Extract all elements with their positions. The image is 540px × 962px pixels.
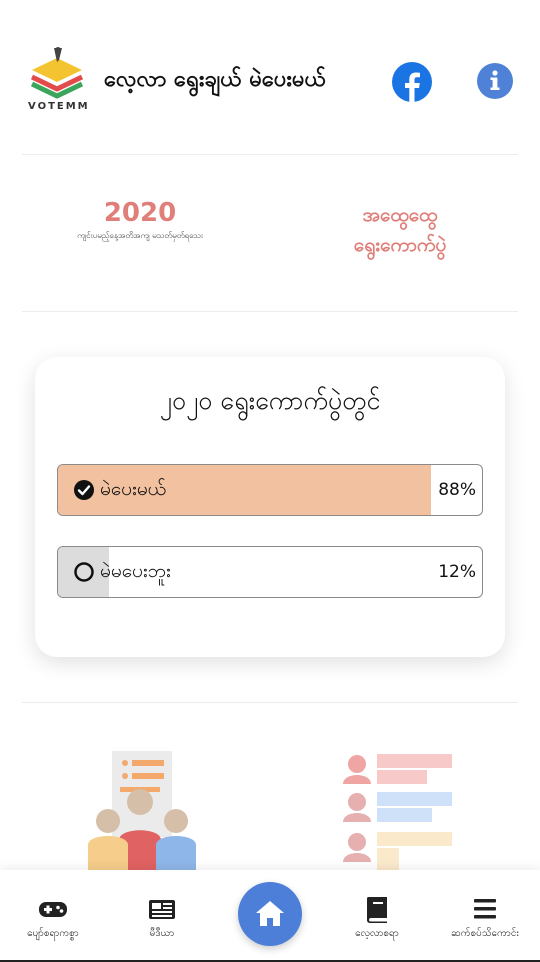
nav-label-more: ဆက်စပ်သိကောင်း xyxy=(451,928,519,939)
poll-option-vote[interactable]: မဲပေးမယ် 88% xyxy=(57,464,483,516)
app-title: လေ့လာ ရွေးချယ် မဲပေးမယ် xyxy=(104,67,326,92)
gamepad-icon xyxy=(39,902,67,917)
voters-illustration[interactable] xyxy=(80,745,210,870)
facebook-button[interactable] xyxy=(392,62,432,102)
home-button[interactable] xyxy=(238,882,302,946)
bottom-nav: ပျော်စရာကစ္စာ မီဒီယာ လေ့လာစရာ ဆက်စပ်သိကေ… xyxy=(0,870,540,962)
nav-item-more[interactable]: ဆက်စပ်သိကောင်း xyxy=(440,870,530,958)
empty-circle-icon xyxy=(74,562,94,582)
poll-divider xyxy=(22,702,518,703)
nav-label-learn: လေ့လာစရာ xyxy=(355,928,399,939)
poll-title: ၂၀၂၀ ရွေးကောက်ပွဲတွင် xyxy=(159,386,381,415)
quick-links: 2020 ကျင်းပမည့်နေ့အတိအကျ မသတ်မှတ်ရသေး အထ… xyxy=(0,170,540,300)
general-election-line1: အထွေထွေ xyxy=(362,204,438,226)
poll-card: ၂၀၂၀ ရွေးကောက်ပွဲတွင် မဲပေးမယ် 88% မဲမပေ… xyxy=(35,357,505,657)
election-date-note: ကျင်းပမည့်နေ့အတိအကျ မသတ်မှတ်ရသေး xyxy=(77,231,203,240)
header-divider xyxy=(22,154,518,155)
menu-icon xyxy=(474,899,496,919)
nav-item-learn[interactable]: လေ့လာစရာ xyxy=(332,870,422,958)
poll-option-label: မဲပေးမယ် xyxy=(100,478,167,500)
poll-option-not-vote[interactable]: မဲမပေးဘူး 12% xyxy=(57,546,483,598)
election-2020-link[interactable]: 2020 ကျင်းပမည့်နေ့အတိအကျ မသတ်မှတ်ရသေး xyxy=(20,198,260,242)
info-icon xyxy=(490,70,500,90)
checked-circle-icon xyxy=(74,480,94,500)
candidates-illustration[interactable] xyxy=(335,750,465,870)
poll-option-label: မဲမပေးဘူး xyxy=(100,560,171,582)
nav-item-media[interactable]: မီဒီယာ xyxy=(117,870,207,958)
quick-links-divider xyxy=(22,311,518,312)
book-icon xyxy=(367,897,387,923)
home-icon xyxy=(256,901,284,926)
poll-option-percent: 12% xyxy=(438,562,476,582)
general-election-link[interactable]: အထွေထွေ ရွေးကောက်ပွဲ xyxy=(300,200,500,260)
newspaper-icon xyxy=(149,900,175,919)
poll-option-percent: 88% xyxy=(438,480,476,500)
app-header: VOTEMM လေ့လာ ရွေးချယ် မဲပေးမယ် xyxy=(0,0,540,155)
nav-item-games[interactable]: ပျော်စရာကစ္စာ xyxy=(8,870,98,958)
general-election-line2: ရွေးကောက်ပွဲ xyxy=(353,234,447,256)
nav-label-media: မီဒီယာ xyxy=(149,928,175,939)
info-button[interactable] xyxy=(477,63,513,99)
nav-label-games: ပျော်စရာကစ္စာ xyxy=(27,928,79,939)
logo-wordmark: VOTEMM xyxy=(28,101,90,112)
election-year: 2020 xyxy=(103,198,177,228)
facebook-icon xyxy=(405,72,420,102)
